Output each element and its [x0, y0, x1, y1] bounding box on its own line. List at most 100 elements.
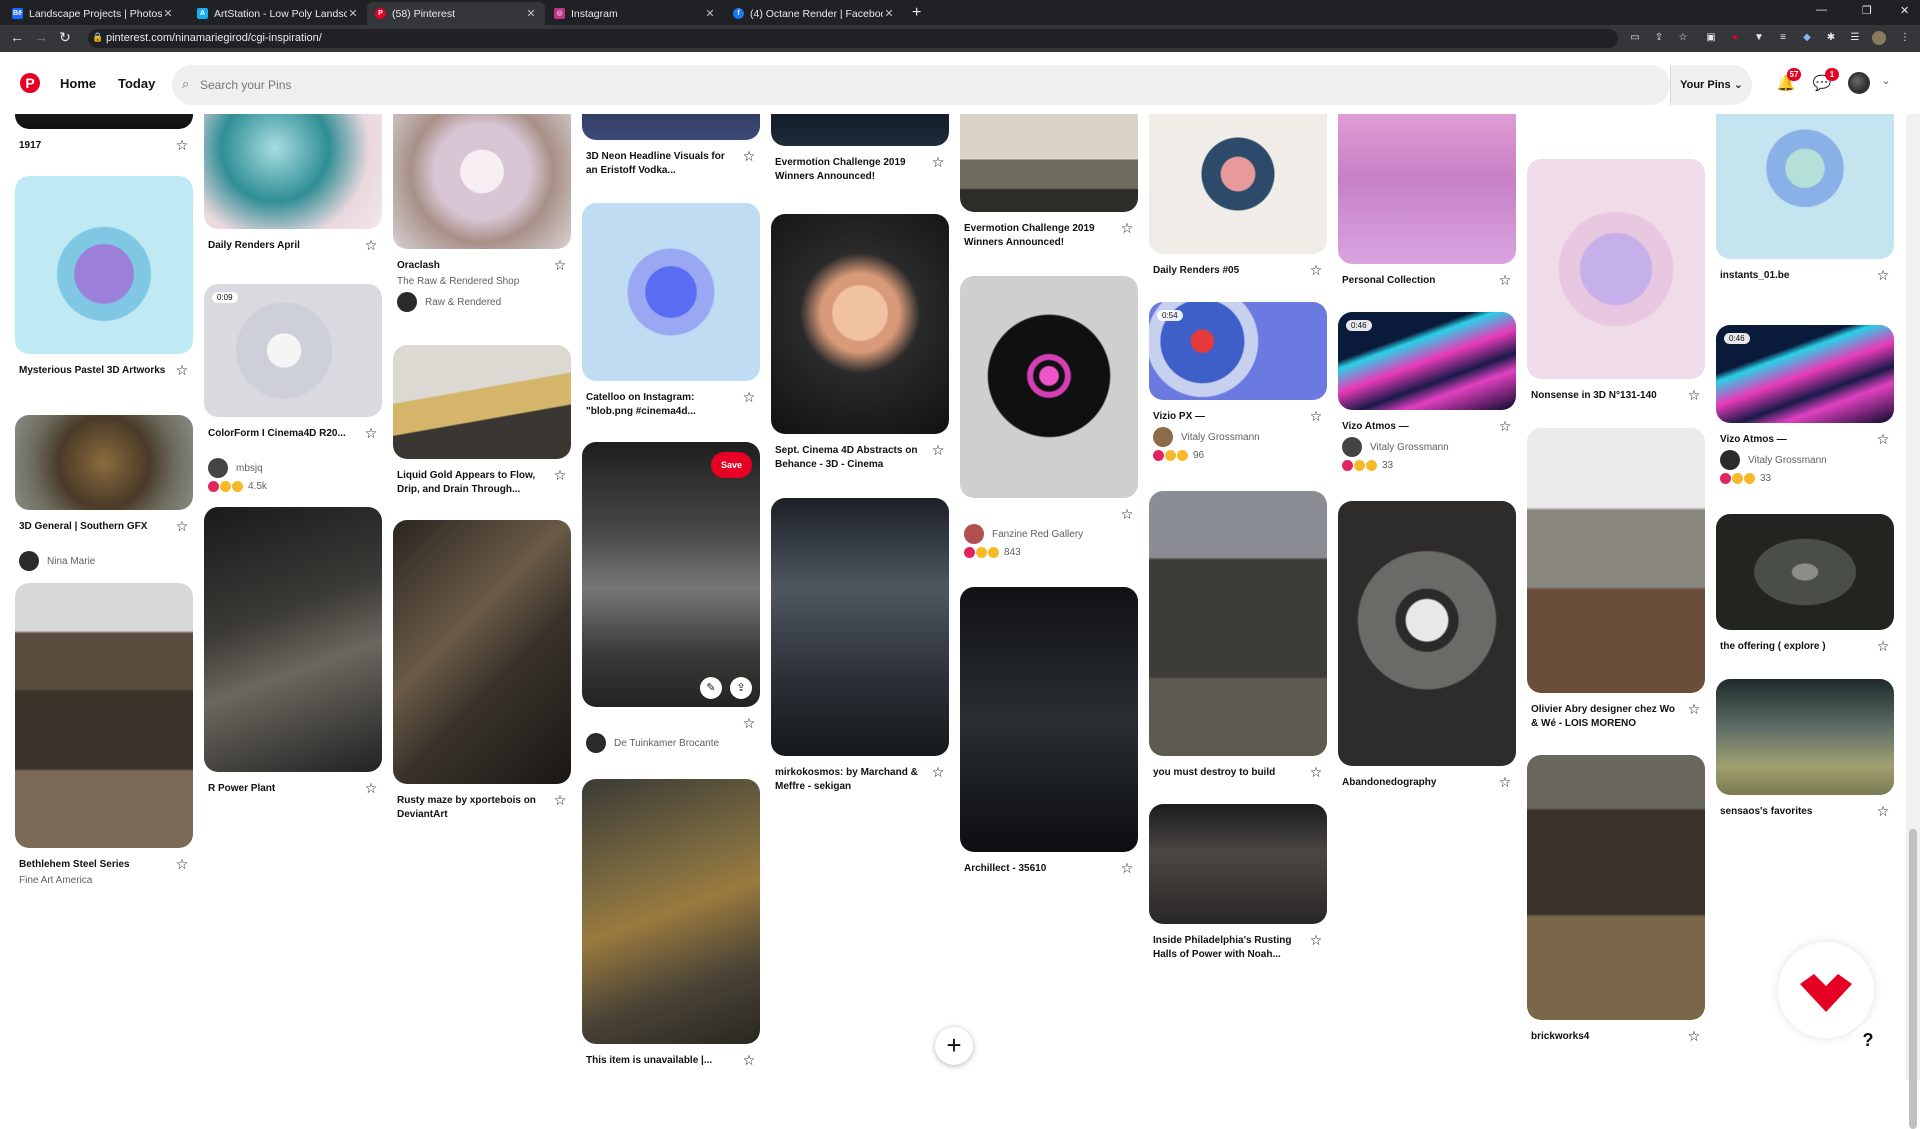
pin-image[interactable] — [393, 520, 571, 784]
nav-today[interactable]: Today — [118, 76, 155, 91]
extension-icon[interactable]: ≡ — [1776, 31, 1790, 45]
favorite-star-icon[interactable]: ☆ — [1687, 702, 1701, 716]
pin-image[interactable]: 0:09 — [204, 284, 382, 417]
pin-title[interactable]: Liquid Gold Appears to Flow, Drip, and D… — [397, 469, 547, 496]
favorite-star-icon[interactable]: ☆ — [1687, 1029, 1701, 1043]
pin-title[interactable]: Catelloo on Instagram: "blob.png #cinema… — [586, 391, 736, 418]
close-icon[interactable]: ✕ — [162, 7, 174, 20]
pin-title[interactable]: brickworks4 — [1531, 1030, 1681, 1044]
pin-title[interactable]: Sept. Cinema 4D Abstracts on Behance - 3… — [775, 444, 925, 471]
pin-title[interactable]: Archillect - 35610 — [964, 862, 1114, 876]
pin-image[interactable] — [960, 114, 1138, 212]
favorite-star-icon[interactable]: ☆ — [553, 793, 567, 807]
pin-image[interactable] — [1716, 114, 1894, 259]
favorite-star-icon[interactable]: ☆ — [1498, 775, 1512, 789]
pin-title[interactable]: Olivier Abry designer chez Wo & Wé - LOI… — [1531, 703, 1681, 730]
pin-image[interactable] — [204, 507, 382, 772]
pin-image[interactable] — [204, 114, 382, 229]
pin-title[interactable]: Inside Philadelphia's Rusting Halls of P… — [1153, 934, 1303, 961]
favorite-star-icon[interactable]: ☆ — [742, 1053, 756, 1067]
pin-creator[interactable]: mbsjq — [208, 458, 263, 478]
favorite-star-icon[interactable]: ☆ — [1687, 388, 1701, 402]
window-close-icon[interactable]: ✕ — [1900, 4, 1909, 17]
bookmark-star-icon[interactable]: ☆ — [1676, 31, 1690, 45]
pin-title[interactable]: Rusty maze by xportebois on DeviantArt — [397, 794, 547, 821]
search-bar[interactable]: ⌕ — [172, 65, 1670, 105]
pin-image[interactable]: 0:46 — [1716, 325, 1894, 423]
pin-title[interactable]: Abandonedography — [1342, 776, 1492, 790]
pin-creator[interactable]: Nina Marie — [19, 551, 95, 571]
pin-title[interactable]: Evermotion Challenge 2019 Winners Announ… — [964, 222, 1114, 249]
tab-behance[interactable]: Bē Landscape Projects | Photos, vide ✕ — [4, 2, 182, 25]
pin-image[interactable] — [1338, 501, 1516, 766]
window-restore-icon[interactable]: ❐ — [1862, 4, 1872, 17]
pin-title[interactable]: Nonsense in 3D N°131-140 — [1531, 389, 1681, 403]
pin-image[interactable] — [1527, 755, 1705, 1020]
tab-artstation[interactable]: A ArtStation - Low Poly Landscape ✕ — [189, 2, 367, 25]
pin-image[interactable] — [393, 345, 571, 459]
favorite-star-icon[interactable]: ☆ — [553, 468, 567, 482]
pin-title[interactable]: Vizio PX — — [1153, 410, 1303, 424]
favorite-star-icon[interactable]: ☆ — [1498, 419, 1512, 433]
favorite-star-icon[interactable]: ☆ — [1309, 263, 1323, 277]
tab-facebook[interactable]: f (4) Octane Render | Facebook ✕ — [725, 2, 903, 25]
forward-arrow-icon[interactable]: → — [32, 29, 50, 45]
extension-pinterest-icon[interactable]: ● — [1728, 31, 1742, 45]
favorite-star-icon[interactable]: ☆ — [1309, 933, 1323, 947]
tab-pinterest[interactable]: P (58) Pinterest ✕ — [367, 2, 545, 25]
pin-title[interactable]: Evermotion Challenge 2019 Winners Announ… — [775, 156, 925, 183]
share-pin-icon[interactable]: ⇪ — [730, 677, 752, 699]
favorite-star-icon[interactable]: ☆ — [175, 857, 189, 871]
pin-source[interactable]: Fine Art America — [19, 875, 92, 886]
favorite-star-icon[interactable]: ☆ — [931, 155, 945, 169]
favorite-star-icon[interactable]: ☆ — [1876, 804, 1890, 818]
browser-menu-icon[interactable]: ⋮ — [1898, 31, 1912, 45]
favorite-star-icon[interactable]: ☆ — [364, 238, 378, 252]
favorite-star-icon[interactable]: ☆ — [1309, 409, 1323, 423]
pin-image[interactable] — [771, 498, 949, 756]
close-icon[interactable]: ✕ — [883, 7, 895, 20]
pin-image[interactable] — [1527, 428, 1705, 693]
favorite-star-icon[interactable]: ☆ — [175, 519, 189, 533]
pin-title[interactable]: mirkokosmos: by Marchand & Meffre - seki… — [775, 766, 925, 793]
pin-title[interactable]: Personal Collection — [1342, 274, 1492, 288]
pin-image[interactable] — [771, 214, 949, 434]
cast-icon[interactable]: ▭ — [1628, 31, 1642, 45]
pin-title[interactable]: 3D Neon Headline Visuals for an Eristoff… — [586, 150, 736, 177]
favorite-star-icon[interactable]: ☆ — [1498, 273, 1512, 287]
pin-image[interactable] — [15, 583, 193, 848]
pin-image[interactable]: 0:46 — [1338, 312, 1516, 410]
scrollbar-thumb[interactable] — [1909, 829, 1917, 1129]
pin-image[interactable] — [1716, 679, 1894, 795]
favorite-star-icon[interactable]: ☆ — [1876, 268, 1890, 282]
share-icon[interactable]: ⇪ — [1652, 31, 1666, 45]
extension-icon[interactable]: ▣ — [1704, 31, 1718, 45]
pin-creator[interactable]: De Tuinkamer Brocante — [586, 733, 719, 753]
favorite-star-icon[interactable]: ☆ — [931, 765, 945, 779]
pin-image[interactable] — [960, 587, 1138, 852]
favorite-star-icon[interactable]: ☆ — [1876, 432, 1890, 446]
pin-title[interactable]: sensaos's favorites — [1720, 805, 1870, 819]
pin-title[interactable]: R Power Plant — [208, 782, 358, 796]
scrollbar[interactable] — [1906, 114, 1920, 1129]
pin-title[interactable]: Oraclash — [397, 259, 547, 273]
pin-image[interactable] — [15, 114, 193, 129]
pin-creator[interactable]: Vitaly Grossmann — [1153, 427, 1260, 447]
pin-image[interactable] — [1149, 804, 1327, 924]
url-bar[interactable]: 🔒 pinterest.com/ninamariegirod/cgi-inspi… — [88, 29, 1618, 48]
pin-source[interactable]: The Raw & Rendered Shop — [397, 276, 519, 287]
pin-image[interactable] — [582, 779, 760, 1044]
pin-title[interactable]: you must destroy to build — [1153, 766, 1303, 780]
favorite-star-icon[interactable]: ☆ — [175, 138, 189, 152]
pin-title[interactable]: the offering ( explore ) — [1720, 640, 1870, 654]
pin-title[interactable]: Daily Renders #05 — [1153, 264, 1303, 278]
close-icon[interactable]: ✕ — [525, 7, 537, 20]
pin-title[interactable]: Vizo Atmos — — [1342, 420, 1492, 434]
avatar[interactable] — [1848, 72, 1870, 94]
pin-image[interactable] — [960, 276, 1138, 498]
close-icon[interactable]: ✕ — [704, 7, 716, 20]
reading-list-icon[interactable]: ☰ — [1848, 31, 1862, 45]
search-input[interactable] — [200, 75, 1500, 95]
pin-image[interactable] — [771, 114, 949, 146]
favorite-star-icon[interactable]: ☆ — [742, 149, 756, 163]
